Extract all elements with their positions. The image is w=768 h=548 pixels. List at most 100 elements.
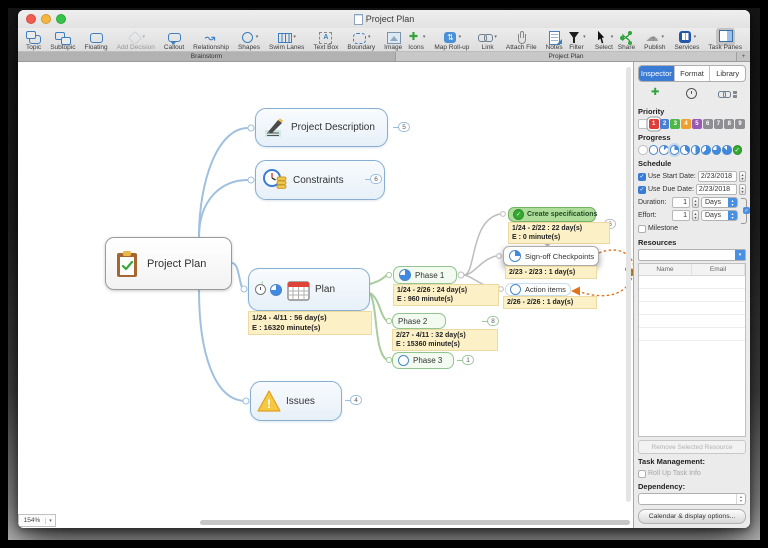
topic-signoff-checkpoints[interactable]: Sign-off Checkpoints — [503, 246, 599, 266]
collapse-badge-phase-2[interactable]: 8 — [482, 316, 499, 326]
link-paperclip-icon[interactable] — [718, 87, 738, 100]
collapse-badge-phase-3[interactable]: 1 — [457, 355, 474, 365]
toolbar-boundary-button[interactable]: ▾ Boundary — [347, 30, 375, 51]
resource-row-empty[interactable] — [639, 276, 745, 289]
zoom-button[interactable] — [56, 14, 66, 24]
priority-6-button[interactable]: 6 — [702, 119, 713, 129]
toolbar-map-roll-up-button[interactable]: ▾ Map Roll-up — [434, 30, 469, 51]
topic-phase-1[interactable]: Phase 1 — [393, 266, 457, 284]
toolbar-relationship-button[interactable]: Relationship — [193, 30, 229, 52]
toolbar-swim-lanes-button[interactable]: ▾ Swim Lanes — [269, 30, 304, 51]
use-start-date-checkbox[interactable]: ✓ — [638, 172, 646, 181]
duration-unit-select[interactable]: Days ▴ ▾ — [701, 197, 738, 208]
priority-1-button[interactable]: 1 — [648, 119, 659, 129]
progress-none-button[interactable] — [638, 145, 648, 155]
calendar-display-options-button[interactable]: Calendar & display options... — [638, 509, 746, 524]
progress-25pct-button[interactable] — [669, 145, 679, 155]
resource-row-empty[interactable] — [639, 289, 745, 302]
vertical-scrollbar[interactable] — [626, 67, 631, 502]
effort-value-field[interactable]: 1 — [672, 210, 690, 221]
resource-row-empty[interactable] — [639, 328, 745, 341]
priority-4-button[interactable]: 4 — [681, 119, 691, 129]
topic-project-plan[interactable]: Project Plan — [105, 237, 232, 290]
toolbar-shapes-button[interactable]: ▾ Shapes — [238, 30, 260, 51]
clock-icon[interactable] — [682, 87, 702, 100]
priority-9-button[interactable]: 9 — [735, 119, 745, 129]
toolbar-subtopic-button[interactable]: Subtopic — [50, 30, 75, 51]
topic-project-description[interactable]: Project Description — [255, 108, 388, 147]
due-date-stepper[interactable]: ▴ ▾ — [739, 184, 746, 195]
tab-project-plan[interactable]: Project Plan — [396, 52, 737, 61]
toolbar-text-box-button[interactable]: Text Box — [313, 30, 338, 51]
progress-88pct-button[interactable] — [722, 145, 732, 155]
resources-table[interactable]: Name Email — [638, 263, 746, 437]
toolbar-share-button[interactable]: Share — [618, 30, 635, 51]
topic-phase-3[interactable]: Phase 3 — [392, 352, 454, 369]
tab-library[interactable]: Library — [710, 66, 745, 81]
toolbar-filter-button[interactable]: ▾ Filter — [567, 30, 586, 51]
mindmap-canvas[interactable]: Project Plan Project Description 5 Const… — [18, 62, 633, 528]
effort-stepper[interactable]: ▴ ▾ — [692, 210, 699, 221]
topic-create-specifications[interactable]: ✓ Create specifications — [508, 207, 597, 222]
roll-up-task-info-checkbox[interactable] — [638, 469, 646, 478]
progress-75pct-button[interactable] — [711, 145, 721, 155]
start-date-field[interactable]: 2/23/2018 — [697, 171, 737, 182]
priority-2-button[interactable]: 2 — [659, 119, 670, 129]
use-due-date-checkbox[interactable]: ✓ — [638, 185, 646, 194]
horizontal-scrollbar[interactable] — [200, 520, 630, 525]
resources-combo[interactable]: ▾ — [638, 249, 746, 261]
add-task-icon[interactable] — [646, 87, 666, 100]
topic-plan[interactable]: Plan — [248, 268, 370, 311]
toolbar-attach-file-button[interactable]: Attach File — [506, 30, 537, 51]
linked-checkbox[interactable]: ✓ — [743, 207, 750, 214]
resource-row-empty[interactable] — [639, 302, 745, 315]
collapse-badge-constraints[interactable]: 6 — [365, 174, 382, 184]
toolbar-image-button[interactable]: Image — [384, 30, 402, 51]
toolbar-icons-button[interactable]: ▾ Icons — [407, 30, 425, 52]
toolbar-topic-button[interactable]: Topic — [26, 30, 41, 51]
due-date-field[interactable]: 2/23/2018 — [695, 184, 737, 195]
toolbar-publish-button[interactable]: ▾ Publish — [644, 30, 665, 52]
duration-stepper[interactable]: ▴ ▾ — [692, 197, 699, 208]
topic-phase-2[interactable]: Phase 2 — [392, 313, 446, 329]
milestone-checkbox[interactable] — [638, 224, 646, 233]
topic-issues[interactable]: ! Issues — [250, 381, 342, 421]
effort-unit-select[interactable]: Days ▴ ▾ — [701, 210, 738, 221]
tab-brainstorm[interactable]: Brainstorm — [18, 52, 396, 61]
tab-format[interactable]: Format — [675, 66, 711, 81]
topic-action-items[interactable]: Action items — [505, 283, 571, 296]
remove-selected-resource-button[interactable]: Remove Selected Resource — [638, 440, 746, 454]
toolbar-select-button[interactable]: ▾ Select — [595, 30, 613, 51]
topic-constraints[interactable]: Constraints — [255, 160, 385, 200]
duration-value-field[interactable]: 1 — [672, 197, 690, 208]
collapse-badge-issues[interactable]: 4 — [345, 395, 362, 405]
progress-0pct-button[interactable] — [648, 145, 658, 155]
priority-none-button[interactable] — [638, 119, 648, 129]
toolbar-callout-button[interactable]: Callout — [164, 30, 184, 51]
toolbar-notes-button[interactable]: Notes — [546, 30, 563, 51]
progress-38pct-button[interactable] — [680, 145, 690, 155]
progress-63pct-button[interactable] — [701, 145, 711, 155]
priority-8-button[interactable]: 8 — [724, 119, 735, 129]
zoom-level-select[interactable]: 154% ▾ — [18, 514, 56, 527]
toolbar-link-button[interactable]: ▾ Link — [478, 30, 497, 51]
resources-combo-field[interactable] — [639, 250, 735, 260]
priority-3-button[interactable]: 3 — [670, 119, 681, 129]
tab-inspector[interactable]: Inspector — [639, 66, 675, 81]
collapse-badge-project-description[interactable]: 5 — [393, 122, 410, 132]
toolbar-task-panes-button[interactable]: Task Panes — [708, 28, 742, 51]
resource-row-empty[interactable] — [639, 315, 745, 328]
toolbar-add-decision-button[interactable]: ▾ Add Decision — [117, 30, 155, 51]
toolbar-floating-button[interactable]: Floating — [84, 30, 108, 51]
progress-done-button[interactable]: ✓ — [732, 145, 742, 155]
minimize-button[interactable] — [41, 14, 51, 24]
close-button[interactable] — [26, 14, 36, 24]
start-date-stepper[interactable]: ▴ ▾ — [739, 171, 746, 182]
add-tab-button[interactable]: + — [737, 52, 750, 61]
priority-5-button[interactable]: 5 — [691, 119, 702, 129]
progress-13pct-button[interactable] — [659, 145, 669, 155]
toolbar-services-button[interactable]: ▾ Services — [674, 30, 699, 51]
dependency-select[interactable]: ▴ ▾ — [638, 493, 746, 505]
priority-7-button[interactable]: 7 — [713, 119, 724, 129]
progress-50pct-button[interactable] — [690, 145, 700, 155]
